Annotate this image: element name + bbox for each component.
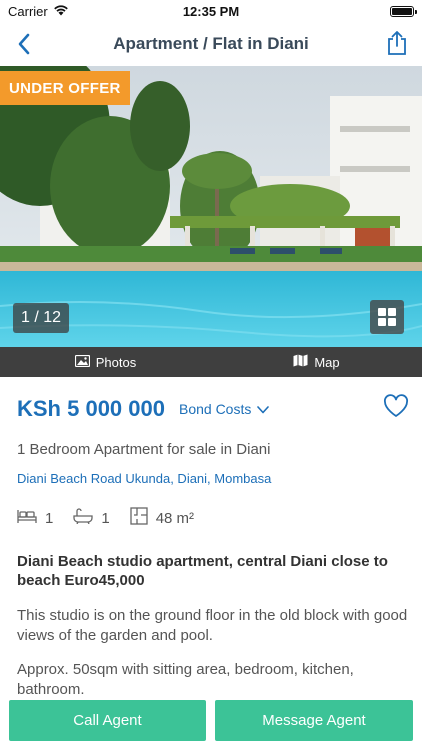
navigation-bar: Apartment / Flat in Diani	[0, 22, 422, 66]
description-paragraph-1: This studio is on the ground floor in th…	[17, 607, 408, 644]
photo-icon	[74, 354, 90, 370]
tab-map-label: Map	[314, 354, 340, 370]
media-tabs: Photos Map	[0, 347, 422, 377]
heart-icon[interactable]	[383, 394, 409, 423]
features-row: 1 1 48 m²	[17, 507, 208, 529]
bed-icon	[17, 508, 37, 528]
listing-address[interactable]: Diani Beach Road Ukunda, Diani, Mombasa	[17, 471, 271, 486]
action-bar: Call Agent Message Agent	[0, 694, 422, 750]
map-icon	[293, 354, 308, 370]
tab-map[interactable]: Map	[211, 347, 422, 377]
size-feature: 48 m²	[130, 507, 194, 529]
bath-icon	[73, 508, 93, 528]
photo-counter: 1 / 12	[13, 303, 70, 333]
call-agent-button[interactable]: Call Agent	[9, 700, 206, 741]
listing-subtitle: 1 Bedroom Apartment for sale in Diani	[17, 441, 271, 458]
tab-photos[interactable]: Photos	[0, 347, 211, 377]
battery-icon	[390, 5, 417, 17]
tab-photos-label: Photos	[95, 354, 137, 370]
share-icon[interactable]	[380, 26, 414, 60]
message-agent-button[interactable]: Message Agent	[215, 700, 413, 741]
back-chevron-icon[interactable]	[8, 28, 40, 60]
status-bar: Carrier 12:35 PM	[0, 0, 422, 22]
listing-photo[interactable]: UNDER OFFER 1 / 12	[0, 66, 422, 347]
bond-costs-label: Bond Costs	[178, 401, 252, 417]
page-title: Apartment / Flat in Diani	[113, 34, 309, 53]
wifi-icon	[53, 4, 69, 19]
bedrooms-count: 1	[45, 509, 54, 527]
under-offer-badge: UNDER OFFER	[0, 71, 130, 105]
status-left: Carrier	[8, 4, 69, 19]
bond-costs-dropdown[interactable]: Bond Costs	[178, 401, 270, 417]
floor-plan-icon	[130, 507, 148, 529]
bathrooms-count: 1	[101, 509, 110, 527]
listing-headline: Diani Beach studio apartment, central Di…	[17, 553, 388, 589]
carrier-label: Carrier	[8, 3, 48, 19]
floor-size: 48 m²	[155, 509, 195, 527]
chevron-down-icon	[257, 401, 270, 417]
price-row: KSh 5 000 000 Bond Costs	[17, 392, 409, 426]
bedrooms-feature: 1	[17, 508, 53, 528]
price: KSh 5 000 000	[17, 396, 165, 421]
bathrooms-feature: 1	[73, 508, 110, 528]
grid-icon[interactable]	[370, 300, 404, 334]
